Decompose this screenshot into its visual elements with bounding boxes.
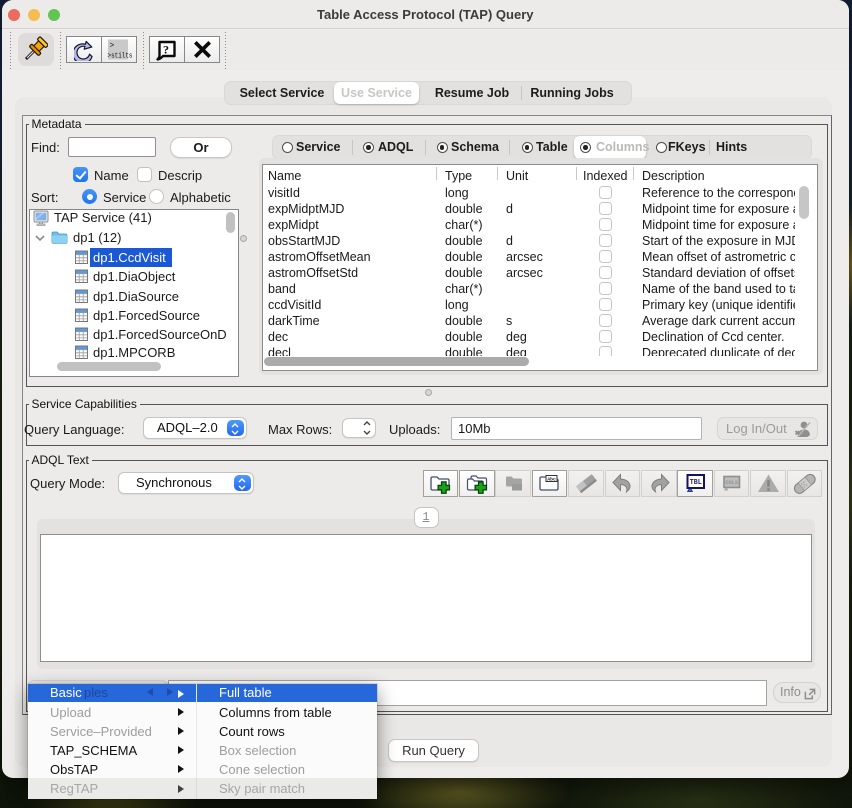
- svg-text:?: ?: [163, 43, 169, 57]
- svg-text:>stilts: >stilts: [108, 53, 133, 61]
- svg-text:Abc: Abc: [548, 477, 557, 483]
- svg-text:TBL: TBL: [690, 479, 702, 487]
- svg-text:>: >: [110, 42, 115, 51]
- svg-text:COLS: COLS: [726, 479, 739, 486]
